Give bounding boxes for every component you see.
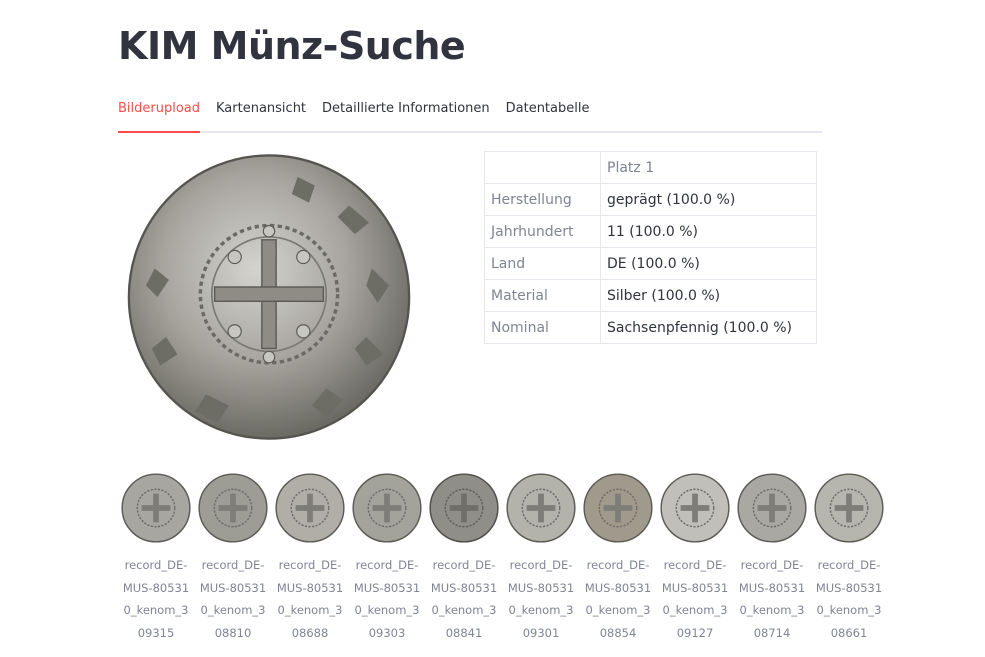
coin-thumbnail-image[interactable] <box>813 470 885 546</box>
table-header-empty <box>484 151 601 184</box>
thumbnail-caption: record_DE-MUS-805310_kenom_309315 <box>122 558 190 640</box>
tab-detaillierte-informationen[interactable]: Detaillierte Informationen <box>322 94 490 129</box>
row-label: Nominal <box>484 311 601 344</box>
tab-bar: Bilderupload Kartenansicht Detaillierte … <box>118 94 822 133</box>
coin-thumbnail-image[interactable] <box>197 470 269 546</box>
thumbnail-caption: record_DE-MUS-805310_kenom_308841 <box>430 558 498 640</box>
thumbnail-item[interactable]: record_DE-MUS-805310_kenom_308688 <box>274 470 346 644</box>
table-row: Material Silber (100.0 %) <box>484 279 817 312</box>
thumbnail-caption: record_DE-MUS-805310_kenom_309127 <box>661 558 729 640</box>
row-label: Jahrhundert <box>484 215 601 248</box>
thumbnail-caption: record_DE-MUS-805310_kenom_309301 <box>507 558 575 640</box>
page-title: KIM Münz-Suche <box>118 24 466 68</box>
row-label: Land <box>484 247 601 280</box>
table-row: Jahrhundert 11 (100.0 %) <box>484 215 817 248</box>
tab-datentabelle[interactable]: Datentabelle <box>506 94 590 129</box>
thumbnail-item[interactable]: record_DE-MUS-805310_kenom_308854 <box>582 470 654 644</box>
row-value: DE (100.0 %) <box>600 247 817 280</box>
thumbnail-item[interactable]: record_DE-MUS-805310_kenom_308810 <box>197 470 269 644</box>
coin-thumbnail-image[interactable] <box>351 470 423 546</box>
table-row: Nominal Sachsenpfennig (100.0 %) <box>484 311 817 344</box>
thumbnail-caption: record_DE-MUS-805310_kenom_308810 <box>199 558 267 640</box>
thumbnail-caption: record_DE-MUS-805310_kenom_309303 <box>353 558 421 640</box>
thumbnail-item[interactable]: record_DE-MUS-805310_kenom_308714 <box>736 470 808 644</box>
row-value: 11 (100.0 %) <box>600 215 817 248</box>
coin-thumbnail-image[interactable] <box>274 470 346 546</box>
thumbnail-item[interactable]: record_DE-MUS-805310_kenom_309315 <box>120 470 192 644</box>
thumbnail-item[interactable]: record_DE-MUS-805310_kenom_309301 <box>505 470 577 644</box>
thumbnail-item[interactable]: record_DE-MUS-805310_kenom_308661 <box>813 470 885 644</box>
row-label: Herstellung <box>484 183 601 216</box>
app-page: KIM Münz-Suche Bilderupload Kartenansich… <box>0 0 985 657</box>
thumbnail-caption: record_DE-MUS-805310_kenom_308854 <box>584 558 652 640</box>
table-row: Land DE (100.0 %) <box>484 247 817 280</box>
coin-thumbnail-image[interactable] <box>428 470 500 546</box>
table-row: Herstellung geprägt (100.0 %) <box>484 183 817 216</box>
thumbnail-caption: record_DE-MUS-805310_kenom_308661 <box>815 558 883 640</box>
row-label: Material <box>484 279 601 312</box>
thumbnail-item[interactable]: record_DE-MUS-805310_kenom_309303 <box>351 470 423 644</box>
similar-coins-gallery: record_DE-MUS-805310_kenom_309315 record… <box>120 470 890 650</box>
row-value: Sachsenpfennig (100.0 %) <box>600 311 817 344</box>
thumbnail-caption: record_DE-MUS-805310_kenom_308688 <box>276 558 344 640</box>
thumbnail-caption: record_DE-MUS-805310_kenom_308714 <box>738 558 806 640</box>
table-header-rank: Platz 1 <box>600 151 817 184</box>
coin-thumbnail-image[interactable] <box>736 470 808 546</box>
coin-thumbnail-image[interactable] <box>659 470 731 546</box>
uploaded-coin-image <box>127 154 411 440</box>
coin-thumbnail-image[interactable] <box>582 470 654 546</box>
row-value: Silber (100.0 %) <box>600 279 817 312</box>
table-header-row: Platz 1 <box>484 151 817 184</box>
tab-bilderupload[interactable]: Bilderupload <box>118 94 201 133</box>
coin-thumbnail-image[interactable] <box>120 470 192 546</box>
thumbnail-item[interactable]: record_DE-MUS-805310_kenom_309127 <box>659 470 731 644</box>
coin-thumbnail-image[interactable] <box>505 470 577 546</box>
tab-kartenansicht[interactable]: Kartenansicht <box>216 94 306 129</box>
thumbnail-item[interactable]: record_DE-MUS-805310_kenom_308841 <box>428 470 500 644</box>
row-value: geprägt (100.0 %) <box>600 183 817 216</box>
prediction-table: Platz 1 Herstellung geprägt (100.0 %) Ja… <box>484 151 817 344</box>
